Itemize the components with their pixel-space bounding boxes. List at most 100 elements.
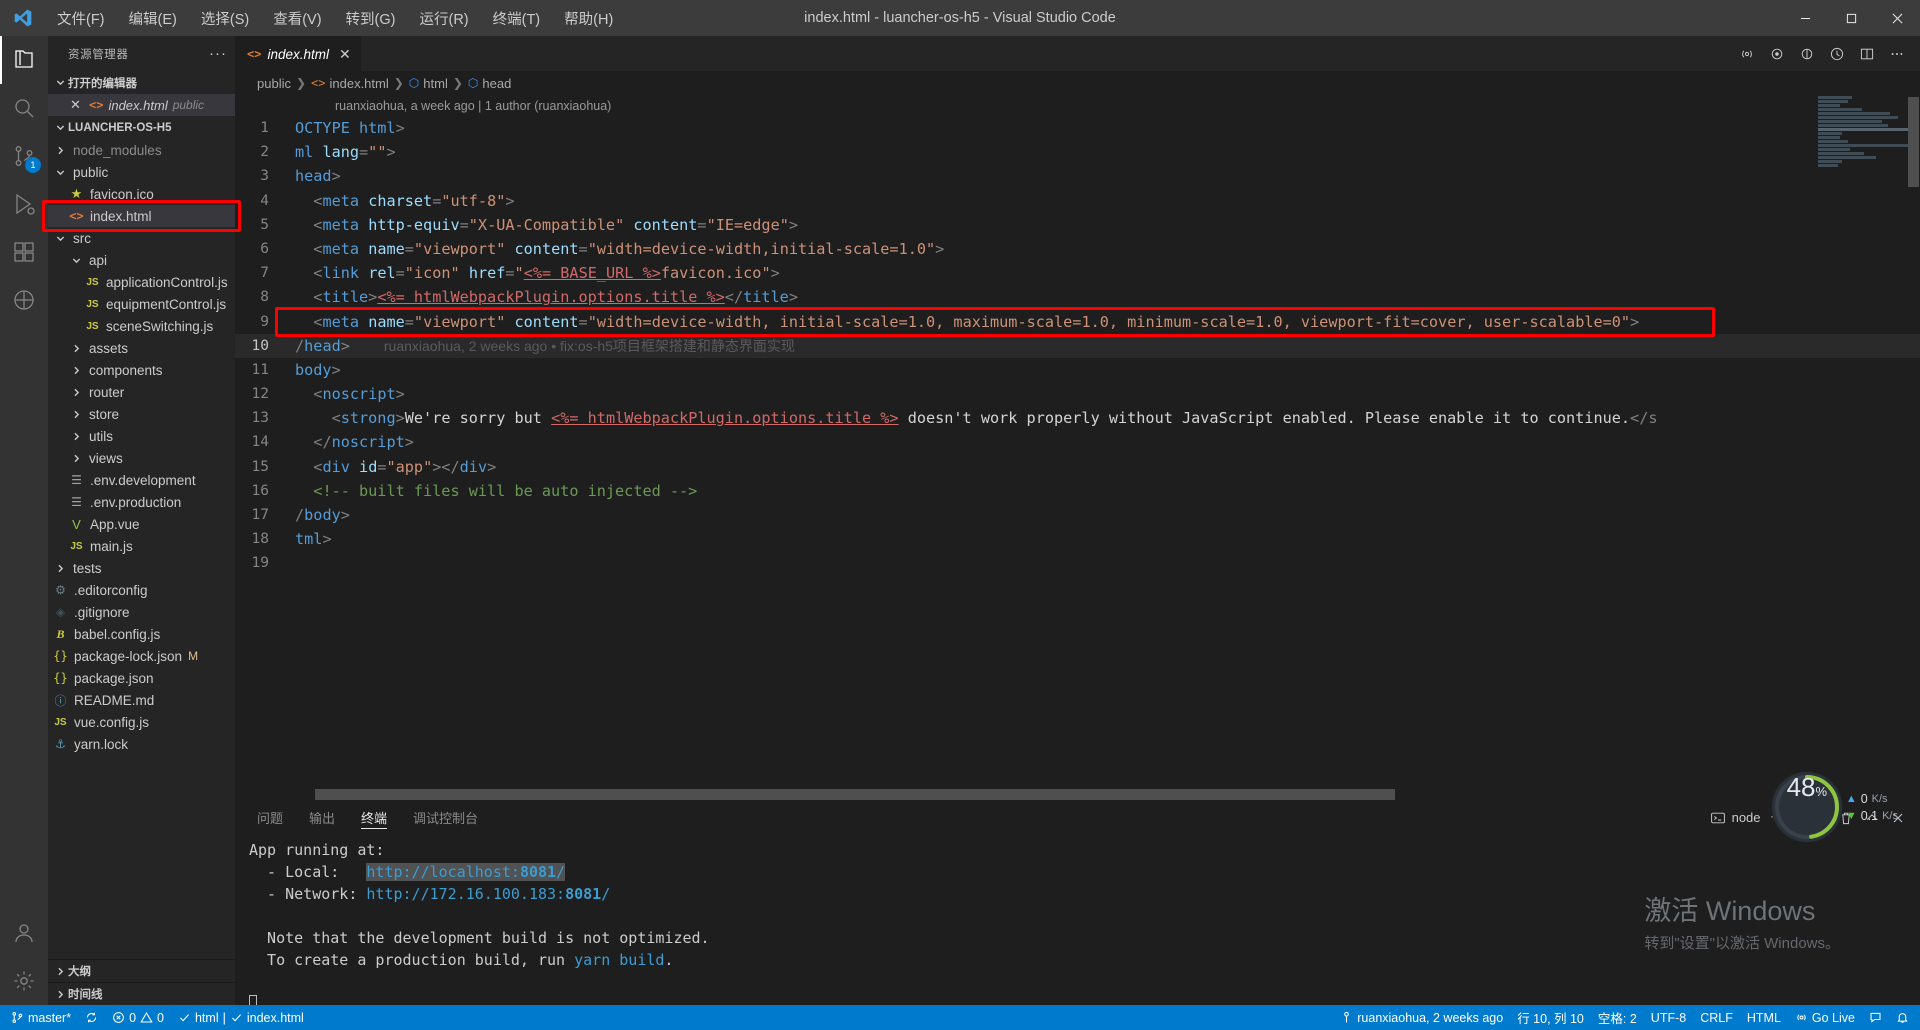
status-eol[interactable]: CRLF (1693, 1005, 1740, 1030)
minimap[interactable] (1810, 95, 1914, 800)
status-language-mode[interactable]: HTML (1740, 1005, 1788, 1030)
tab-terminal[interactable]: 终端 (349, 800, 399, 835)
code-line[interactable]: 5 <meta http-equiv="X-UA-Compatible" con… (235, 213, 1920, 237)
code-line[interactable]: 6 <meta name="viewport" content="width=d… (235, 237, 1920, 261)
code-line[interactable]: 7 <link rel="icon" href="<%= BASE_URL %>… (235, 261, 1920, 285)
status-branch[interactable]: master* (4, 1005, 78, 1030)
tree-item-store[interactable]: store (48, 403, 235, 425)
menu-terminal[interactable]: 终端(T) (482, 4, 552, 33)
maximize-button[interactable] (1828, 0, 1874, 36)
status-cursor-position[interactable]: 行 10, 列 10 (1510, 1005, 1591, 1030)
terminal-output[interactable]: App running at: - Local: http://localhos… (235, 835, 1920, 1005)
activity-settings-gear-icon[interactable] (0, 957, 48, 1005)
tab-output[interactable]: 输出 (297, 800, 347, 835)
code-line[interactable]: 17/body> (235, 503, 1920, 527)
tree-item-router[interactable]: router (48, 381, 235, 403)
section-timeline[interactable]: 时间线 (48, 982, 235, 1005)
menu-file[interactable]: 文件(F) (46, 4, 116, 33)
terminal-local-url[interactable]: http://localhost:8081/ (366, 863, 566, 881)
code-line[interactable]: 14 </noscript> (235, 430, 1920, 454)
status-notifications-bell-icon[interactable] (1889, 1005, 1916, 1030)
code-line[interactable]: 16 <!-- built files will be auto injecte… (235, 479, 1920, 503)
tree-item-readme-md[interactable]: ⓘ README.md (48, 689, 235, 711)
breadcrumb-html[interactable]: ⬡ html (409, 76, 448, 91)
tree-item-sceneswitching-js[interactable]: JS sceneSwitching.js (48, 315, 235, 337)
code-line[interactable]: 13 <strong>We're sorry but <%= htmlWebpa… (235, 406, 1920, 430)
menu-edit[interactable]: 编辑(E) (118, 4, 188, 33)
scrollbar-thumb[interactable] (315, 789, 1395, 800)
status-indentation[interactable]: 空格: 2 (1591, 1005, 1644, 1030)
tree-item-public[interactable]: public (48, 161, 235, 183)
status-encoding[interactable]: UTF-8 (1644, 1005, 1693, 1030)
code-line[interactable]: 8 <title><%= htmlWebpackPlugin.options.t… (235, 285, 1920, 309)
tree-item-env-development[interactable]: ☰ .env.development (48, 469, 235, 491)
tree-item-babel-config-js[interactable]: Bbabel.config.js (48, 623, 235, 645)
menu-help[interactable]: 帮助(H) (553, 4, 624, 33)
tab-debug-console[interactable]: 调试控制台 (401, 800, 490, 835)
split-editor-icon[interactable] (1854, 41, 1880, 67)
debug-icon[interactable] (1794, 41, 1820, 67)
go-live-preview-icon[interactable] (1734, 41, 1760, 67)
close-icon[interactable]: ✕ (70, 97, 84, 113)
tree-item-env-production[interactable]: ☰ .env.production (48, 491, 235, 513)
breadcrumb-index-html[interactable]: <> index.html (311, 76, 389, 91)
editor-vertical-scrollbar[interactable] (1906, 95, 1920, 800)
more-actions-icon[interactable] (1884, 41, 1910, 67)
code-lines[interactable]: 1 OCTYPE html> 2 ml lang=""> 3 head> 4 <meta c… (235, 116, 1920, 800)
code-line[interactable]: 4 <meta charset="utf-8"> (235, 189, 1920, 213)
tree-item-applicationcontrol-js[interactable]: JS applicationControl.js (48, 271, 235, 293)
sidebar-more-icon[interactable]: ··· (209, 45, 227, 62)
tree-item-package-json[interactable]: {} package.json (48, 667, 235, 689)
activity-search-icon[interactable] (0, 84, 48, 132)
activity-extensions-icon[interactable] (0, 228, 48, 276)
tree-item-equipmentcontrol-js[interactable]: JS equipmentControl.js (48, 293, 235, 315)
breadcrumb-head[interactable]: ⬡ head (468, 76, 511, 91)
open-editor-item-index-html[interactable]: ✕ <> index.html public (48, 94, 235, 116)
tree-item-node-modules[interactable]: node_modules (48, 139, 235, 161)
section-open-editors[interactable]: 打开的编辑器 (48, 71, 235, 94)
code-line[interactable]: 2 ml lang=""> (235, 140, 1920, 164)
code-line[interactable]: 1 OCTYPE html> (235, 116, 1920, 140)
status-ports[interactable]: html | index.html (171, 1005, 311, 1030)
activity-source-control-icon[interactable]: 1 (0, 132, 48, 180)
code-line[interactable]: 15 <div id="app"></div> (235, 455, 1920, 479)
code-editor[interactable]: ruanxiaohua, a week ago | 1 author (ruan… (235, 95, 1920, 800)
code-line[interactable]: 10/head> ruanxiaohua, 2 weeks ago • fix:o… (235, 333, 1920, 358)
tree-item-tests[interactable]: tests (48, 557, 235, 579)
tab-index-html[interactable]: <> index.html ✕ (235, 36, 362, 71)
status-go-live[interactable]: Go Live (1788, 1005, 1862, 1030)
scrollbar-thumb[interactable] (1908, 97, 1919, 187)
status-feedback-icon[interactable] (1862, 1005, 1889, 1030)
performance-widget[interactable]: 48% ▲ 0 K/s ▼ 0.1 K/s (1771, 772, 1898, 842)
tree-item-favicon-ico[interactable]: ★ favicon.ico (48, 183, 235, 205)
menu-run[interactable]: 运行(R) (408, 4, 479, 33)
code-line[interactable]: 12 <noscript> (235, 382, 1920, 406)
tree-item-gitignore[interactable]: ◈ .gitignore (48, 601, 235, 623)
code-line[interactable]: 18 tml> (235, 527, 1920, 551)
code-line[interactable]: 11 body> (235, 358, 1920, 382)
activity-run-debug-icon[interactable] (0, 180, 48, 228)
code-line[interactable]: 3 head> (235, 164, 1920, 188)
tree-item-utils[interactable]: utils (48, 425, 235, 447)
menu-view[interactable]: 查看(V) (262, 4, 332, 33)
section-outline[interactable]: 大纲 (48, 959, 235, 982)
tree-item-vue-config-js[interactable]: JS vue.config.js (48, 711, 235, 733)
tab-problems[interactable]: 问题 (245, 800, 295, 835)
tree-item-main-js[interactable]: JS main.js (48, 535, 235, 557)
minimize-button[interactable] (1782, 0, 1828, 36)
tree-item-editorconfig[interactable]: ⚙ .editorconfig (48, 579, 235, 601)
activity-remote-icon[interactable] (0, 276, 48, 324)
tab-close-icon[interactable]: ✕ (339, 46, 351, 63)
status-git-author[interactable]: ruanxiaohua, 2 weeks ago (1333, 1005, 1510, 1030)
status-sync[interactable] (78, 1005, 105, 1030)
activity-explorer-icon[interactable] (0, 36, 48, 84)
terminal-shell-selector[interactable]: node (1710, 810, 1761, 826)
tree-item-api[interactable]: api (48, 249, 235, 271)
tree-item-package-lock-json[interactable]: {} package-lock.json M (48, 645, 235, 667)
breadcrumb-public[interactable]: public (257, 76, 291, 91)
menu-go[interactable]: 转到(G) (335, 4, 407, 33)
section-project-root[interactable]: LUANCHER-OS-H5 (48, 116, 235, 139)
tree-item-assets[interactable]: assets (48, 337, 235, 359)
close-button[interactable] (1874, 0, 1920, 36)
timer-icon[interactable] (1824, 41, 1850, 67)
